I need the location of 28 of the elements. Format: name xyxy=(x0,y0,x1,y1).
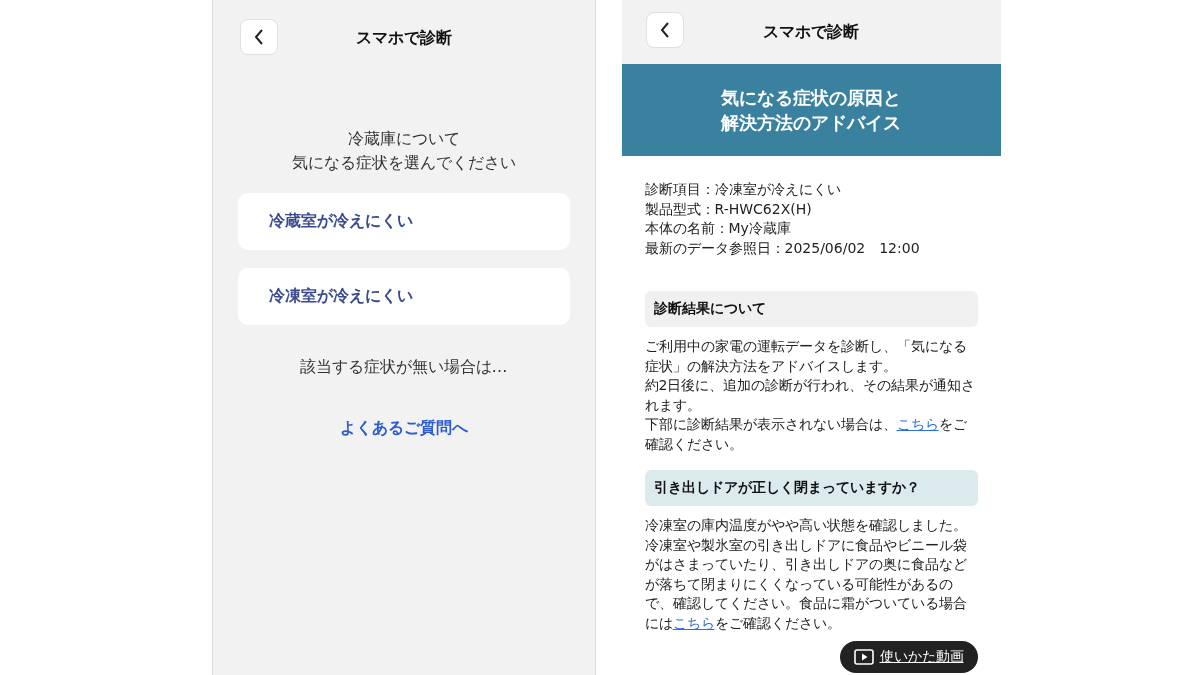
prompt-text: 冷蔵庫について xyxy=(347,128,460,150)
here-link[interactable]: こちら xyxy=(896,416,939,432)
screen-title: スマホで診断 xyxy=(763,21,859,43)
video-button[interactable]: 使いかた動画 xyxy=(839,641,978,673)
back-chevron-icon xyxy=(253,29,264,45)
paragraph-text: ご利用中の家電の運転データを診断し、「気になる症状」の解決方法をアドバイスします。 xyxy=(644,337,968,376)
back-button[interactable] xyxy=(239,19,278,55)
back-button[interactable] xyxy=(645,12,684,48)
detail-text: 製品型式：R-HWC62X(H) xyxy=(644,199,813,219)
detail-text: 診断項目：冷凍室が冷えにくい xyxy=(644,180,842,199)
back-chevron-icon xyxy=(659,22,670,38)
detail-text: 最新のデータ参照日：2025/06/02 12:00 xyxy=(644,238,921,258)
faq-link[interactable]: よくあるご質問へ xyxy=(339,418,468,439)
section-heading: 診断結果について xyxy=(644,291,978,327)
paragraph-text: 約2日後に、追加の診断が行われ、その結果が通知されます。 xyxy=(644,376,977,415)
banner-title: 解決方法のアドバイス xyxy=(721,111,901,135)
banner-title: 気になる症状の原因と xyxy=(721,86,901,110)
symptom-option[interactable]: 冷蔵室が冷えにくい xyxy=(237,193,570,250)
symptom-option[interactable]: 冷凍室が冷えにくい xyxy=(237,268,570,325)
play-icon xyxy=(853,649,874,665)
screen-title: スマホで診断 xyxy=(355,27,452,49)
here-link[interactable]: こちら xyxy=(672,614,715,631)
section-heading: 引き出しドアが正しく閉まっていますか？ xyxy=(644,470,978,506)
paragraph-text: 下部に診断結果が表示されない場合は、こちら をご確認ください。 xyxy=(644,415,968,454)
prompt-text: 気になる症状を選んでください xyxy=(291,152,516,174)
paragraph-text: 冷凍室の庫内温度がやや高い状態を確認しました。冷凍室や製氷室の引き出しドアに食品やビニール袋がはさまっていたり、引き出しドアの奥に食品などが落ちて閉まりにくくなっている可能性があるので、確認してください。食品に霜がついている場合には こちら をご確認ください。 xyxy=(644,516,968,633)
detail-text: 本体の名前：My冷蔵庫 xyxy=(644,219,792,238)
no-match-text: 該当する症状が無い場合は… xyxy=(299,357,508,378)
